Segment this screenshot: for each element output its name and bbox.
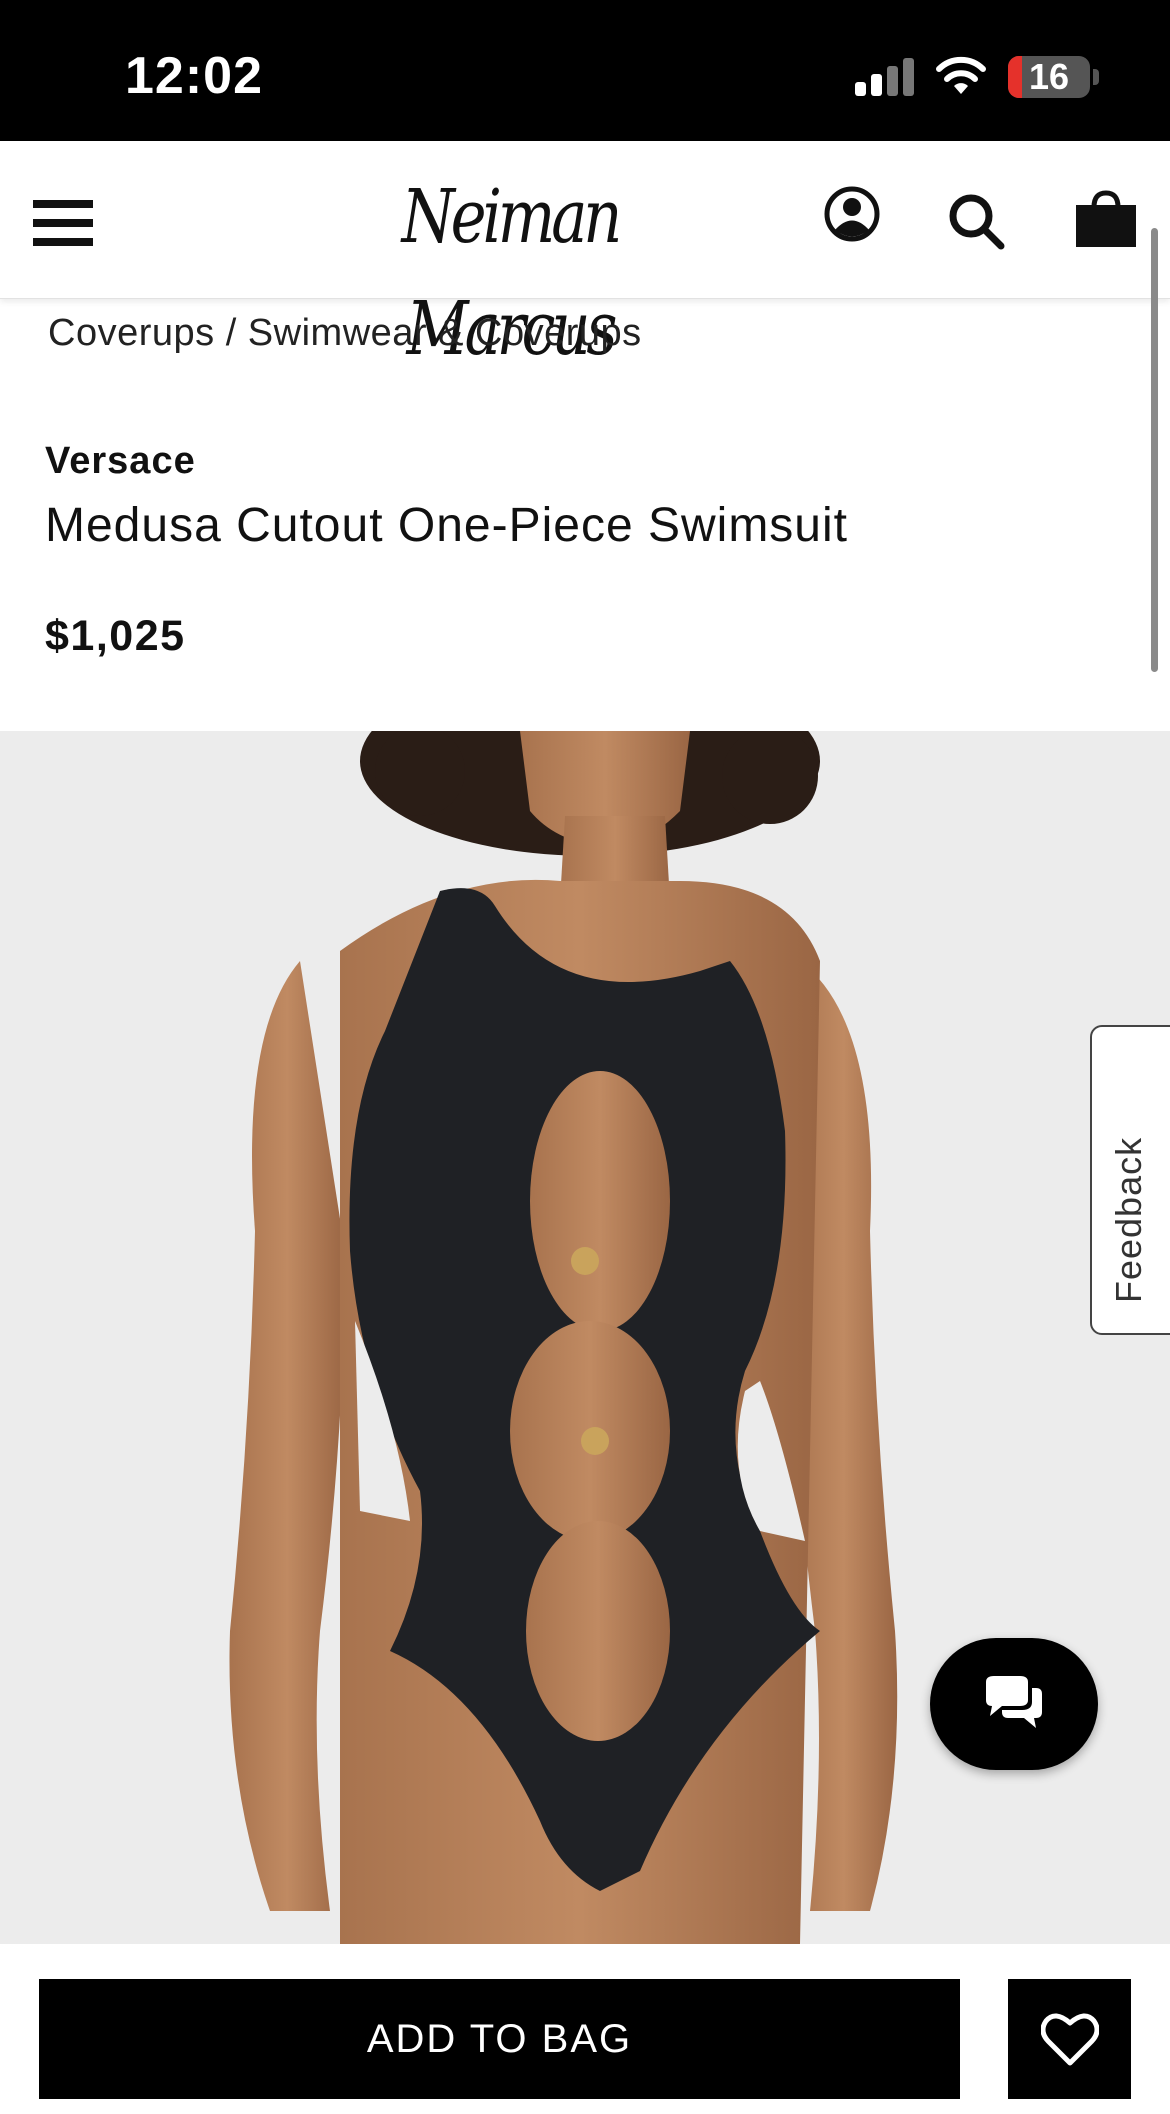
site-header: Neiman Marcus (0, 141, 1170, 372)
battery-icon: 16 (1008, 56, 1090, 98)
add-to-bag-button[interactable]: ADD TO BAG (39, 1979, 960, 2099)
shopping-bag-icon[interactable] (1074, 189, 1138, 249)
battery-level: 16 (1028, 56, 1070, 97)
status-time: 12:02 (125, 47, 263, 105)
neiman-marcus-logo[interactable]: Neiman Marcus (383, 161, 637, 372)
search-icon[interactable] (946, 191, 1006, 251)
feedback-label: Feedback (1108, 1136, 1149, 1303)
breadcrumb[interactable]: Coverups / Swimwear & Coverups (48, 312, 642, 355)
wishlist-button[interactable] (1008, 1979, 1131, 2099)
wifi-icon (936, 56, 986, 94)
product-name: Medusa Cutout One-Piece Swimsuit (45, 499, 848, 552)
hamburger-menu-icon[interactable] (33, 200, 93, 246)
scrollbar[interactable] (1151, 228, 1158, 672)
product-price: $1,025 (45, 612, 186, 660)
chat-icon (986, 1676, 1042, 1728)
battery-cap (1093, 69, 1099, 85)
cellular-signal-icon (855, 58, 915, 96)
status-bar: 12:02 16 (0, 0, 1170, 141)
feedback-tab[interactable]: Feedback (1090, 1025, 1170, 1335)
product-brand[interactable]: Versace (45, 440, 196, 483)
heart-icon (1041, 2013, 1099, 2066)
account-icon[interactable] (823, 185, 881, 243)
chat-button[interactable] (930, 1638, 1098, 1770)
